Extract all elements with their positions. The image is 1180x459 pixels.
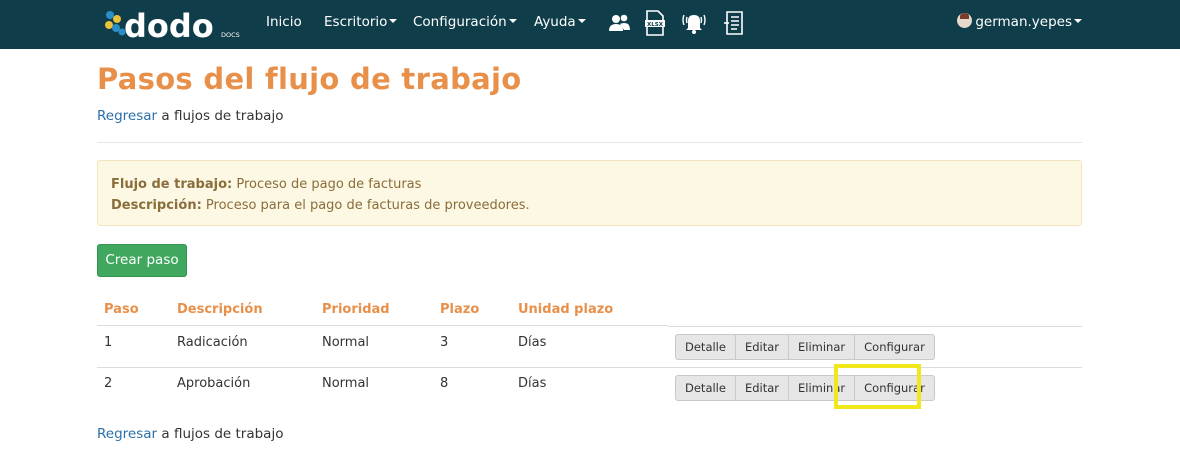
column-header-plazo: Plazo — [440, 302, 480, 317]
back-link[interactable]: Regresar — [97, 108, 157, 124]
chevron-down-icon — [1074, 19, 1082, 23]
nav-configuracion[interactable]: Configuración — [413, 0, 517, 49]
svg-text:XLSX: XLSX — [647, 22, 664, 28]
cell-paso: 2 — [104, 376, 113, 391]
top-navbar: dodo DOCS Inicio Escritorio Configuració… — [0, 0, 1180, 49]
workflow-value: Proceso de pago de facturas — [236, 177, 422, 192]
description-value: Proceso para el pago de facturas de prov… — [205, 198, 530, 213]
table-border — [668, 326, 1082, 327]
nav-ayuda[interactable]: Ayuda — [534, 0, 586, 49]
avatar — [957, 13, 973, 28]
column-header-unidad-plazo: Unidad plazo — [518, 302, 614, 317]
highlight-box — [834, 364, 921, 409]
back-line-bottom: Regresar a flujos de trabajo — [97, 426, 283, 442]
cell-paso: 1 — [104, 335, 113, 350]
configure-button[interactable]: Configurar — [854, 334, 935, 360]
svg-text:DOCS: DOCS — [221, 31, 240, 39]
row-divider — [97, 367, 1082, 368]
description-line: Descripción: Proceso para el pago de fac… — [111, 195, 1068, 216]
back-link[interactable]: Regresar — [97, 426, 157, 442]
users-icon[interactable] — [607, 9, 633, 37]
column-header-prioridad: Prioridad — [322, 302, 390, 317]
cell-plazo: 8 — [440, 376, 449, 391]
description-label: Descripción: — [111, 198, 202, 213]
chevron-down-icon — [389, 19, 398, 23]
user-menu[interactable]: german.yepes — [957, 0, 1082, 49]
svg-text:dodo: dodo — [124, 7, 214, 44]
detail-button[interactable]: Detalle — [675, 334, 736, 360]
edit-button[interactable]: Editar — [734, 375, 789, 401]
column-header-paso: Paso — [104, 302, 139, 317]
workflow-label: Flujo de trabajo: — [111, 177, 233, 192]
column-header-descripcion: Descripción — [177, 302, 263, 317]
user-name: german.yepes — [975, 14, 1072, 30]
cell-unidad: Días — [518, 335, 547, 350]
nav-inicio[interactable]: Inicio — [266, 0, 302, 49]
cell-descripcion: Aprobación — [177, 376, 251, 391]
detail-button[interactable]: Detalle — [675, 375, 736, 401]
cell-unidad: Días — [518, 376, 547, 391]
create-step-button[interactable]: Crear paso — [97, 244, 187, 277]
nav-escritorio[interactable]: Escritorio — [324, 0, 398, 49]
dodo-docs-logo[interactable]: dodo DOCS — [100, 6, 245, 44]
chevron-down-icon — [577, 19, 586, 23]
divider — [97, 142, 1082, 143]
cell-prioridad: Normal — [322, 335, 370, 350]
xlsx-file-icon[interactable]: XLSX — [644, 9, 670, 37]
delete-button[interactable]: Eliminar — [788, 334, 856, 360]
document-list-icon[interactable] — [722, 9, 748, 37]
back-link-text: a flujos de trabajo — [161, 108, 284, 124]
page-title: Pasos del flujo de trabajo — [97, 62, 522, 96]
edit-button[interactable]: Editar — [734, 334, 789, 360]
chevron-down-icon — [508, 19, 517, 23]
row-actions: Detalle Editar Eliminar Configurar — [675, 334, 935, 360]
cell-descripcion: Radicación — [177, 335, 248, 350]
notifications-bell-icon[interactable] — [680, 9, 708, 37]
back-link-text: a flujos de trabajo — [161, 426, 284, 442]
workflow-info-box: Flujo de trabajo: Proceso de pago de fac… — [97, 160, 1082, 226]
cell-prioridad: Normal — [322, 376, 370, 391]
back-line-top: Regresar a flujos de trabajo — [97, 108, 283, 124]
table-header-border — [97, 325, 668, 326]
workflow-line: Flujo de trabajo: Proceso de pago de fac… — [111, 174, 1068, 195]
cell-plazo: 3 — [440, 335, 449, 350]
